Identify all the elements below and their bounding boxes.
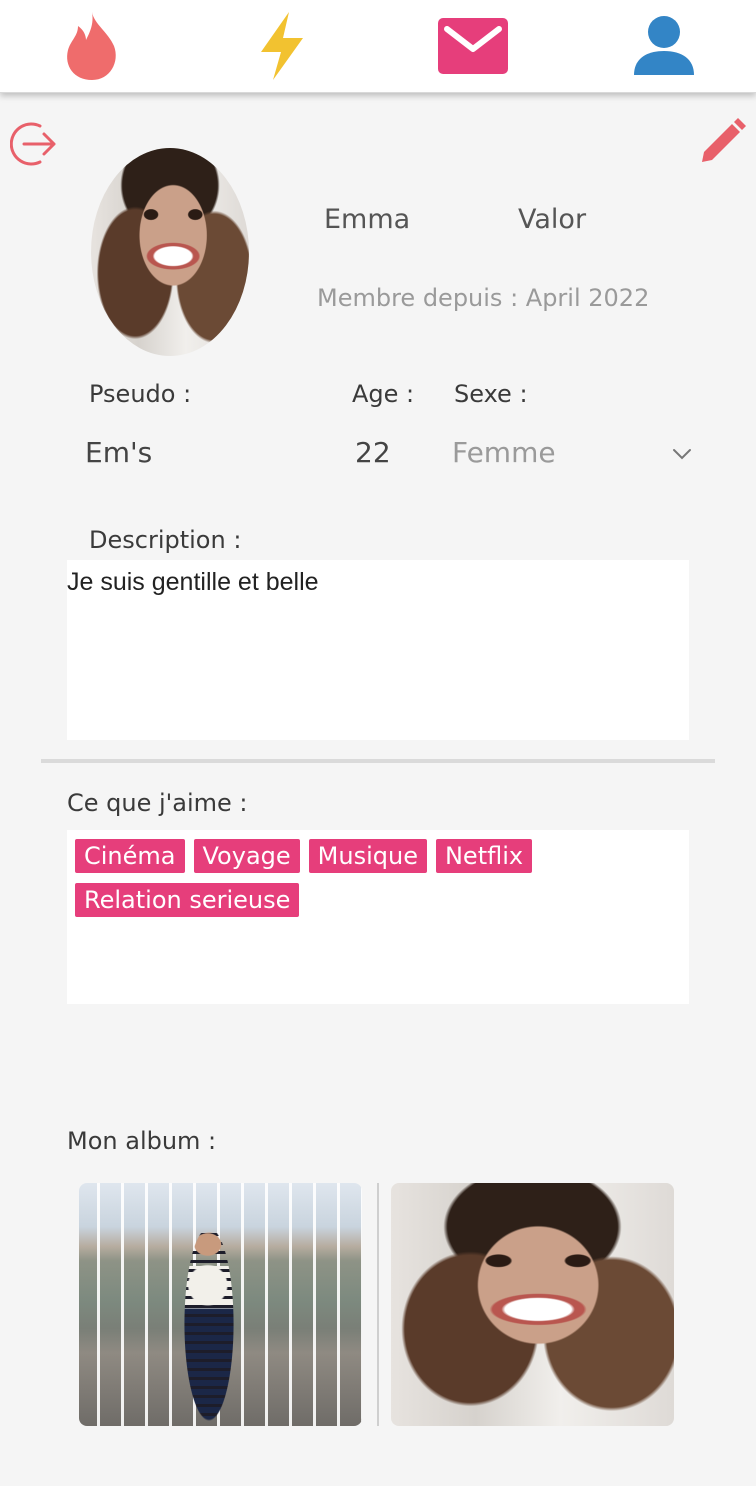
edit-profile-button[interactable] (696, 116, 748, 168)
like-tag[interactable]: Relation serieuse (75, 883, 300, 917)
album-photo-image (391, 1183, 674, 1426)
likes-label: Ce que j'aime : (67, 789, 248, 817)
age-label: Age : (352, 380, 415, 408)
pseudo-value[interactable]: Em's (85, 436, 152, 469)
album-photo-person (178, 1226, 241, 1422)
like-tag[interactable]: Musique (308, 839, 427, 873)
likes-tag-list: Cinéma Voyage Musique Netflix Relation s… (75, 839, 545, 917)
nav-profile-button[interactable] (614, 0, 714, 92)
description-label: Description : (89, 526, 242, 554)
pseudo-label: Pseudo : (89, 380, 192, 408)
like-tag[interactable]: Cinéma (75, 839, 185, 873)
likes-box: Cinéma Voyage Musique Netflix Relation s… (67, 830, 689, 1004)
like-tag[interactable]: Netflix (435, 839, 533, 873)
member-since: Membre depuis : April 2022 (317, 284, 650, 312)
pencil-icon (702, 118, 746, 162)
album-separator (377, 1183, 379, 1426)
like-tag[interactable]: Voyage (193, 839, 300, 873)
last-name: Valor (518, 204, 587, 235)
nav-lightning-button[interactable] (232, 0, 332, 92)
album-label: Mon album : (67, 1127, 217, 1155)
profile-avatar (91, 148, 249, 356)
age-value[interactable]: 22 (355, 436, 391, 469)
chevron-down-icon[interactable] (672, 446, 692, 462)
logout-icon (9, 122, 56, 166)
flame-icon (67, 12, 116, 80)
first-name: Emma (324, 204, 411, 235)
album-photo-river[interactable] (79, 1183, 362, 1426)
top-nav-bar (0, 0, 756, 93)
album-photo-selfie[interactable] (391, 1183, 674, 1426)
user-icon (634, 16, 694, 75)
description-text: Je suis gentille et belle (67, 568, 319, 596)
description-textarea[interactable]: Je suis gentille et belle (67, 560, 689, 740)
section-divider (41, 759, 715, 763)
nav-messages-button[interactable] (423, 0, 523, 92)
lightning-icon (261, 12, 303, 80)
mail-icon (438, 18, 508, 74)
nav-flame-button[interactable] (42, 0, 142, 92)
logout-button[interactable] (9, 120, 58, 168)
sexe-label: Sexe : (454, 380, 528, 408)
sexe-selected-value: Femme (452, 436, 556, 469)
avatar-photo (91, 148, 249, 356)
